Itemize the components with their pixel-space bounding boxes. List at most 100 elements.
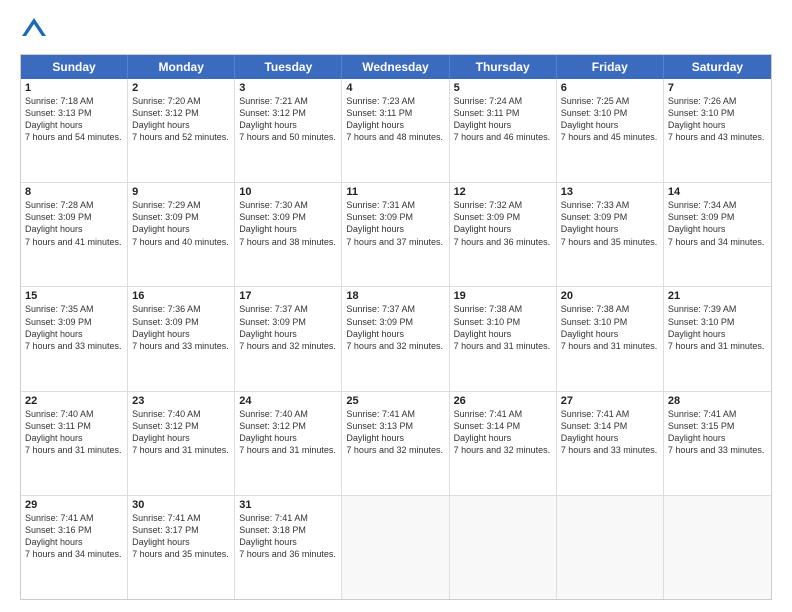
calendar: SundayMondayTuesdayWednesdayThursdayFrid…	[20, 54, 772, 600]
cell-info: Sunrise: 7:37 AMSunset: 3:09 PMDaylight …	[346, 303, 444, 352]
table-row: 3Sunrise: 7:21 AMSunset: 3:12 PMDaylight…	[235, 79, 342, 182]
day-number: 24	[239, 395, 337, 407]
cell-info: Sunrise: 7:31 AMSunset: 3:09 PMDaylight …	[346, 199, 444, 248]
table-row: 23Sunrise: 7:40 AMSunset: 3:12 PMDayligh…	[128, 392, 235, 495]
day-number: 23	[132, 395, 230, 407]
day-number: 1	[25, 82, 123, 94]
cell-info: Sunrise: 7:41 AMSunset: 3:13 PMDaylight …	[346, 408, 444, 457]
day-number: 17	[239, 290, 337, 302]
cell-info: Sunrise: 7:35 AMSunset: 3:09 PMDaylight …	[25, 303, 123, 352]
table-row: 16Sunrise: 7:36 AMSunset: 3:09 PMDayligh…	[128, 287, 235, 390]
cell-info: Sunrise: 7:29 AMSunset: 3:09 PMDaylight …	[132, 199, 230, 248]
day-number: 30	[132, 499, 230, 511]
header-day-thursday: Thursday	[450, 55, 557, 79]
table-row: 22Sunrise: 7:40 AMSunset: 3:11 PMDayligh…	[21, 392, 128, 495]
day-number: 29	[25, 499, 123, 511]
table-row: 13Sunrise: 7:33 AMSunset: 3:09 PMDayligh…	[557, 183, 664, 286]
cell-info: Sunrise: 7:28 AMSunset: 3:09 PMDaylight …	[25, 199, 123, 248]
week-row-5: 29Sunrise: 7:41 AMSunset: 3:16 PMDayligh…	[21, 496, 771, 599]
cell-info: Sunrise: 7:21 AMSunset: 3:12 PMDaylight …	[239, 95, 337, 144]
day-number: 15	[25, 290, 123, 302]
table-row: 17Sunrise: 7:37 AMSunset: 3:09 PMDayligh…	[235, 287, 342, 390]
table-row: 30Sunrise: 7:41 AMSunset: 3:17 PMDayligh…	[128, 496, 235, 599]
table-row: 8Sunrise: 7:28 AMSunset: 3:09 PMDaylight…	[21, 183, 128, 286]
cell-info: Sunrise: 7:41 AMSunset: 3:18 PMDaylight …	[239, 512, 337, 561]
cell-info: Sunrise: 7:30 AMSunset: 3:09 PMDaylight …	[239, 199, 337, 248]
week-row-2: 8Sunrise: 7:28 AMSunset: 3:09 PMDaylight…	[21, 183, 771, 287]
table-row	[342, 496, 449, 599]
table-row: 31Sunrise: 7:41 AMSunset: 3:18 PMDayligh…	[235, 496, 342, 599]
week-row-1: 1Sunrise: 7:18 AMSunset: 3:13 PMDaylight…	[21, 79, 771, 183]
table-row	[664, 496, 771, 599]
day-number: 25	[346, 395, 444, 407]
table-row: 15Sunrise: 7:35 AMSunset: 3:09 PMDayligh…	[21, 287, 128, 390]
day-number: 6	[561, 82, 659, 94]
day-number: 28	[668, 395, 767, 407]
table-row: 10Sunrise: 7:30 AMSunset: 3:09 PMDayligh…	[235, 183, 342, 286]
table-row: 29Sunrise: 7:41 AMSunset: 3:16 PMDayligh…	[21, 496, 128, 599]
cell-info: Sunrise: 7:32 AMSunset: 3:09 PMDaylight …	[454, 199, 552, 248]
day-number: 3	[239, 82, 337, 94]
week-row-3: 15Sunrise: 7:35 AMSunset: 3:09 PMDayligh…	[21, 287, 771, 391]
cell-info: Sunrise: 7:41 AMSunset: 3:17 PMDaylight …	[132, 512, 230, 561]
logo	[20, 16, 52, 44]
cell-info: Sunrise: 7:41 AMSunset: 3:14 PMDaylight …	[454, 408, 552, 457]
cell-info: Sunrise: 7:20 AMSunset: 3:12 PMDaylight …	[132, 95, 230, 144]
header-day-wednesday: Wednesday	[342, 55, 449, 79]
day-number: 21	[668, 290, 767, 302]
day-number: 16	[132, 290, 230, 302]
table-row: 2Sunrise: 7:20 AMSunset: 3:12 PMDaylight…	[128, 79, 235, 182]
cell-info: Sunrise: 7:40 AMSunset: 3:12 PMDaylight …	[239, 408, 337, 457]
table-row	[557, 496, 664, 599]
day-number: 19	[454, 290, 552, 302]
table-row: 4Sunrise: 7:23 AMSunset: 3:11 PMDaylight…	[342, 79, 449, 182]
day-number: 5	[454, 82, 552, 94]
calendar-header: SundayMondayTuesdayWednesdayThursdayFrid…	[21, 55, 771, 79]
table-row: 20Sunrise: 7:38 AMSunset: 3:10 PMDayligh…	[557, 287, 664, 390]
day-number: 8	[25, 186, 123, 198]
cell-info: Sunrise: 7:18 AMSunset: 3:13 PMDaylight …	[25, 95, 123, 144]
cell-info: Sunrise: 7:41 AMSunset: 3:16 PMDaylight …	[25, 512, 123, 561]
day-number: 26	[454, 395, 552, 407]
week-row-4: 22Sunrise: 7:40 AMSunset: 3:11 PMDayligh…	[21, 392, 771, 496]
day-number: 4	[346, 82, 444, 94]
cell-info: Sunrise: 7:41 AMSunset: 3:14 PMDaylight …	[561, 408, 659, 457]
day-number: 7	[668, 82, 767, 94]
cell-info: Sunrise: 7:24 AMSunset: 3:11 PMDaylight …	[454, 95, 552, 144]
day-number: 11	[346, 186, 444, 198]
cell-info: Sunrise: 7:37 AMSunset: 3:09 PMDaylight …	[239, 303, 337, 352]
day-number: 22	[25, 395, 123, 407]
cell-info: Sunrise: 7:38 AMSunset: 3:10 PMDaylight …	[561, 303, 659, 352]
day-number: 2	[132, 82, 230, 94]
day-number: 13	[561, 186, 659, 198]
table-row: 19Sunrise: 7:38 AMSunset: 3:10 PMDayligh…	[450, 287, 557, 390]
cell-info: Sunrise: 7:39 AMSunset: 3:10 PMDaylight …	[668, 303, 767, 352]
day-number: 27	[561, 395, 659, 407]
table-row: 14Sunrise: 7:34 AMSunset: 3:09 PMDayligh…	[664, 183, 771, 286]
table-row: 7Sunrise: 7:26 AMSunset: 3:10 PMDaylight…	[664, 79, 771, 182]
page: SundayMondayTuesdayWednesdayThursdayFrid…	[0, 0, 792, 612]
table-row: 21Sunrise: 7:39 AMSunset: 3:10 PMDayligh…	[664, 287, 771, 390]
cell-info: Sunrise: 7:26 AMSunset: 3:10 PMDaylight …	[668, 95, 767, 144]
day-number: 20	[561, 290, 659, 302]
cell-info: Sunrise: 7:41 AMSunset: 3:15 PMDaylight …	[668, 408, 767, 457]
table-row: 24Sunrise: 7:40 AMSunset: 3:12 PMDayligh…	[235, 392, 342, 495]
table-row: 11Sunrise: 7:31 AMSunset: 3:09 PMDayligh…	[342, 183, 449, 286]
day-number: 12	[454, 186, 552, 198]
cell-info: Sunrise: 7:40 AMSunset: 3:12 PMDaylight …	[132, 408, 230, 457]
table-row: 26Sunrise: 7:41 AMSunset: 3:14 PMDayligh…	[450, 392, 557, 495]
cell-info: Sunrise: 7:25 AMSunset: 3:10 PMDaylight …	[561, 95, 659, 144]
table-row: 18Sunrise: 7:37 AMSunset: 3:09 PMDayligh…	[342, 287, 449, 390]
day-number: 9	[132, 186, 230, 198]
cell-info: Sunrise: 7:23 AMSunset: 3:11 PMDaylight …	[346, 95, 444, 144]
table-row: 9Sunrise: 7:29 AMSunset: 3:09 PMDaylight…	[128, 183, 235, 286]
cell-info: Sunrise: 7:40 AMSunset: 3:11 PMDaylight …	[25, 408, 123, 457]
table-row	[450, 496, 557, 599]
header-day-monday: Monday	[128, 55, 235, 79]
day-number: 18	[346, 290, 444, 302]
table-row: 27Sunrise: 7:41 AMSunset: 3:14 PMDayligh…	[557, 392, 664, 495]
calendar-body: 1Sunrise: 7:18 AMSunset: 3:13 PMDaylight…	[21, 79, 771, 599]
table-row: 5Sunrise: 7:24 AMSunset: 3:11 PMDaylight…	[450, 79, 557, 182]
header-day-saturday: Saturday	[664, 55, 771, 79]
day-number: 10	[239, 186, 337, 198]
